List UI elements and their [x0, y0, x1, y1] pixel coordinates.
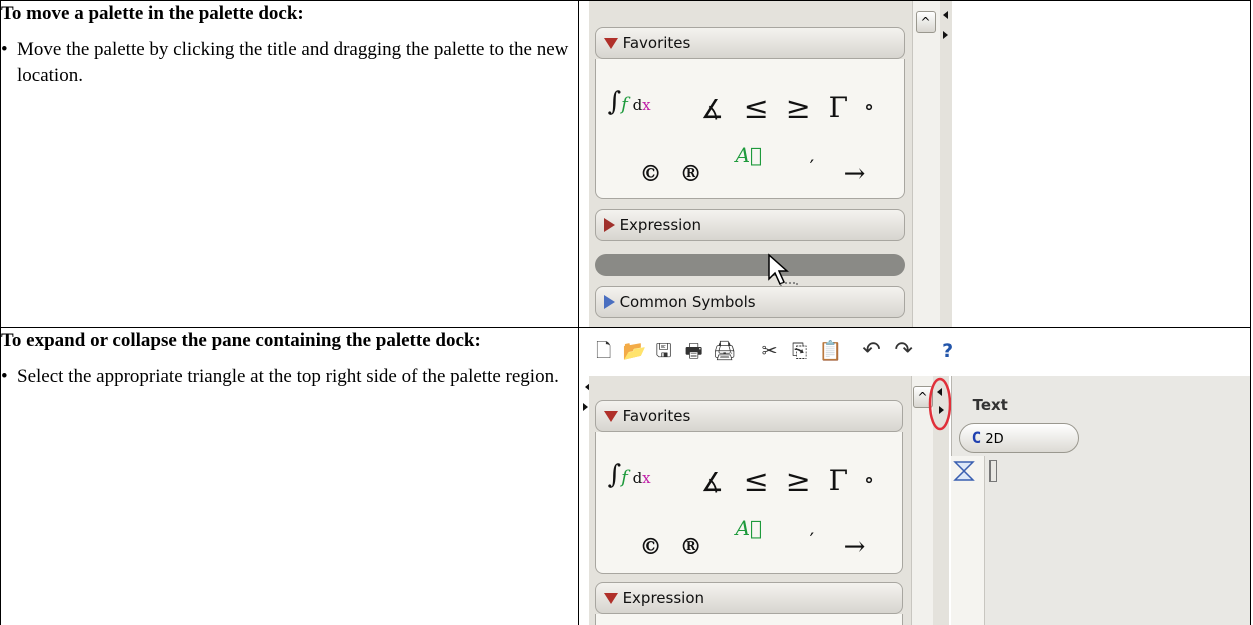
favorites-palette-body: ∫f dx ∡ ≤ ≥ Γ ∘ © ® A⃗ ′ →: [594, 59, 905, 199]
less-equal-symbol[interactable]: ≤: [744, 91, 769, 126]
mode-prefix: C: [971, 428, 982, 447]
step-title: To move a palette in the palette dock:: [1, 3, 304, 24]
expand-right-icon[interactable]: [582, 403, 588, 411]
prime-symbol[interactable]: ′: [810, 155, 815, 179]
copy-icon[interactable]: ⎘: [789, 340, 811, 362]
palette-header-expression[interactable]: Expression: [594, 209, 905, 241]
print-icon[interactable]: 🖶: [683, 340, 705, 362]
bullet-dot: •: [1, 39, 8, 60]
copyright-symbol[interactable]: ©: [640, 161, 662, 187]
greater-equal-symbol[interactable]: ≥: [786, 91, 811, 126]
vector-symbol[interactable]: A⃗: [736, 143, 762, 167]
palette-title: Favorites: [622, 34, 691, 52]
screenshot-cell: 🗋 📂 🖫 🖶 🖨 ✂ ⎘ 📋 ↶ ↷ ? ^ Text C 2D Favori…: [577, 327, 1252, 625]
gamma-symbol[interactable]: Γ: [829, 91, 848, 124]
angle-symbol[interactable]: ∡: [701, 95, 724, 125]
new-icon[interactable]: 🗋: [593, 340, 615, 362]
expanded-triangle-icon[interactable]: [603, 410, 618, 422]
dock-scrollbar[interactable]: [911, 1, 940, 327]
copyright-symbol[interactable]: ©: [640, 534, 662, 560]
text-cell: To move a palette in the palette dock: •…: [0, 0, 579, 328]
toolbar-overflow-icon[interactable]: ?: [937, 340, 959, 362]
arrow-symbol[interactable]: →: [844, 532, 866, 562]
execution-group-icon: [952, 461, 975, 481]
composition-symbol[interactable]: ∘: [864, 468, 875, 493]
cut-icon[interactable]: ✂: [759, 340, 781, 362]
scroll-up-button[interactable]: ^: [915, 11, 936, 33]
bullet-dot: •: [1, 366, 8, 387]
palette-title: Expression: [619, 216, 702, 234]
undo-icon[interactable]: ↶: [861, 340, 883, 362]
instruction-row: To move a palette in the palette dock: •…: [0, 0, 1252, 328]
expression-palette-body: [594, 614, 903, 625]
integral-symbol[interactable]: ∫f dx: [608, 460, 651, 490]
mode-label: 2D: [985, 432, 1004, 447]
palette-header-favorites[interactable]: Favorites: [594, 27, 905, 59]
text-cell: To expand or collapse the pane containin…: [0, 327, 579, 625]
palette-title: Expression: [622, 589, 705, 607]
bullet-item: • Select the appropriate triangle at the…: [1, 364, 578, 390]
paste-icon[interactable]: 📋: [819, 340, 843, 362]
bullet-text: Select the appropriate triangle at the t…: [17, 366, 559, 387]
expanded-triangle-icon[interactable]: [603, 37, 618, 49]
palette-header-common-symbols[interactable]: Common Symbols: [594, 286, 905, 318]
registered-symbol[interactable]: ®: [680, 161, 702, 187]
instruction-row: To expand or collapse the pane containin…: [0, 327, 1252, 625]
save-icon[interactable]: 🖫: [653, 340, 675, 362]
text-panel-label: Text: [972, 396, 1008, 414]
registered-symbol[interactable]: ®: [680, 534, 702, 560]
composition-symbol[interactable]: ∘: [864, 95, 875, 120]
arrow-symbol[interactable]: →: [844, 159, 866, 189]
collapsed-triangle-icon[interactable]: [603, 218, 615, 232]
mode-toggle-button[interactable]: C 2D: [958, 423, 1079, 453]
bullet-item: • Move the palette by clicking the title…: [1, 37, 578, 89]
drop-location-bar: [594, 254, 905, 276]
text-cursor: [988, 460, 997, 482]
palette-header-favorites[interactable]: Favorites: [594, 400, 903, 432]
bullet-text: Move the palette by clicking the title a…: [17, 39, 569, 86]
palette-title: Common Symbols: [619, 293, 756, 311]
highlight-circle: [928, 377, 951, 431]
vector-symbol[interactable]: A⃗: [736, 516, 762, 540]
screenshot-cell: ^ Favorites ∫f dx ∡ ≤ ≥ Γ ∘ © ® A⃗ ′ → E…: [577, 0, 1252, 328]
print-preview-icon[interactable]: 🖨: [713, 340, 737, 362]
gamma-symbol[interactable]: Γ: [829, 464, 848, 497]
palette-header-expression[interactable]: Expression: [594, 582, 903, 614]
expanded-triangle-icon[interactable]: [603, 592, 618, 604]
prime-symbol[interactable]: ′: [810, 528, 815, 552]
favorites-palette-body: ∫f dx ∡ ≤ ≥ Γ ∘ © ® A⃗ ′ →: [594, 432, 903, 574]
chevron-up-icon: ^: [920, 15, 931, 29]
redo-icon[interactable]: ↷: [893, 340, 915, 362]
integral-symbol[interactable]: ∫f dx: [608, 87, 651, 117]
palette-move-screenshot: ^ Favorites ∫f dx ∡ ≤ ≥ Γ ∘ © ® A⃗ ′ → E…: [579, 1, 1250, 327]
step-title: To expand or collapse the pane containin…: [1, 330, 481, 351]
pane-toggle-screenshot: 🗋 📂 🖫 🖶 🖨 ✂ ⎘ 📋 ↶ ↷ ? ^ Text C 2D Favori…: [579, 328, 1250, 625]
angle-symbol[interactable]: ∡: [701, 468, 724, 498]
collapse-left-icon[interactable]: [942, 11, 948, 19]
less-equal-symbol[interactable]: ≤: [744, 464, 769, 499]
instruction-table: To move a palette in the palette dock: •…: [0, 0, 1252, 625]
collapsed-triangle-icon[interactable]: [603, 295, 615, 309]
palette-title: Favorites: [622, 407, 691, 425]
expand-right-icon[interactable]: [942, 31, 948, 39]
open-icon[interactable]: 📂: [623, 340, 647, 362]
greater-equal-symbol[interactable]: ≥: [786, 464, 811, 499]
